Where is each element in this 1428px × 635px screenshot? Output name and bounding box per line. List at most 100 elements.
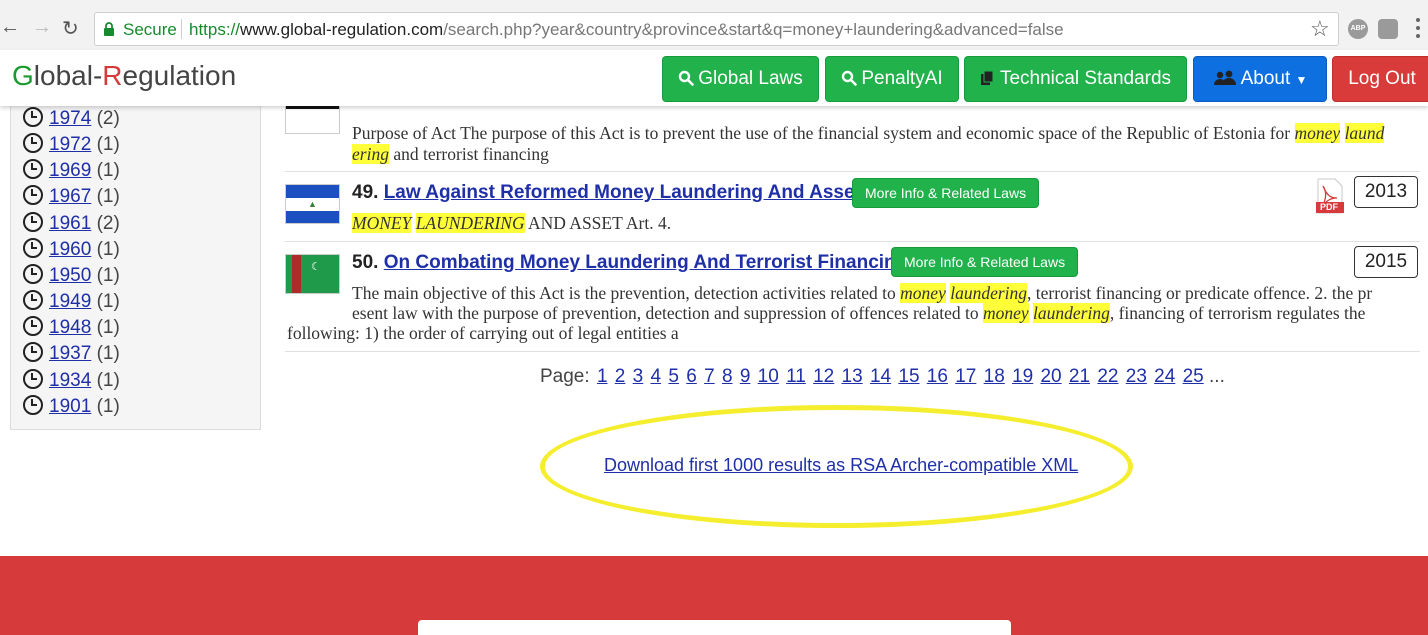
year-filter-item[interactable]: 1934 (1) <box>23 369 120 393</box>
pagination: Page: 1 2 3 4 5 6 7 8 9 10 11 12 13 14 1… <box>540 366 1225 388</box>
global-laws-label: Global Laws <box>698 68 803 89</box>
result-snippet: Purpose of Act The purpose of this Act i… <box>352 123 1422 164</box>
year-link[interactable]: 1960 <box>49 239 91 260</box>
technical-standards-label: Technical Standards <box>999 68 1172 89</box>
year-filter-item[interactable]: 1950 (1) <box>23 264 120 288</box>
page-link[interactable]: 11 <box>786 366 806 387</box>
year-filter-item[interactable]: 1949 (1) <box>23 290 120 314</box>
result-snippet: The main objective of this Act is the pr… <box>352 283 1372 304</box>
download-xml-link[interactable]: Download first 1000 results as RSA Arche… <box>604 455 1078 476</box>
page-link[interactable]: 3 <box>633 366 644 387</box>
page-link[interactable]: 21 <box>1069 366 1090 387</box>
year-link[interactable]: 1937 <box>49 343 91 364</box>
year-link[interactable]: 1969 <box>49 160 91 181</box>
year-filter-item[interactable]: 1901 (1) <box>23 395 120 419</box>
page-link[interactable]: 9 <box>740 366 751 387</box>
year-filter-item[interactable]: 1961 (2) <box>23 212 120 236</box>
adblock-extension-icon[interactable]: ABP <box>1348 19 1368 39</box>
year-count: (1) <box>96 134 120 155</box>
page-link[interactable]: 19 <box>1012 366 1033 387</box>
year-filter-item[interactable]: 1969 (1) <box>23 159 120 183</box>
page-link[interactable]: 25 <box>1183 366 1204 387</box>
about-dropdown-button[interactable]: About ▼ <box>1193 56 1327 102</box>
page-link[interactable]: 8 <box>722 366 733 387</box>
search-highlight: laund <box>1344 123 1385 143</box>
logo-letter-r: R <box>102 60 123 91</box>
page-link[interactable]: 7 <box>704 366 715 387</box>
more-info-button[interactable]: More Info & Related Laws <box>891 247 1079 277</box>
search-highlight: laundering <box>950 283 1028 303</box>
year-link[interactable]: 1934 <box>49 370 91 391</box>
year-link[interactable]: 1949 <box>49 291 91 312</box>
page-link[interactable]: 4 <box>651 366 662 387</box>
year-link[interactable]: 1950 <box>49 265 91 286</box>
year-filter-item[interactable]: 1948 (1) <box>23 316 120 340</box>
reload-icon[interactable]: ↻ <box>62 16 79 41</box>
clock-icon <box>23 212 43 232</box>
year-link[interactable]: 1948 <box>49 317 91 338</box>
page-link[interactable]: 2 <box>615 366 626 387</box>
year-count: (1) <box>96 160 120 181</box>
caret-down-icon: ▼ <box>1295 73 1308 87</box>
page-link[interactable]: 22 <box>1097 366 1118 387</box>
page-link[interactable]: 14 <box>870 366 891 387</box>
pdf-icon[interactable]: PDF <box>1314 178 1346 214</box>
more-info-button[interactable]: More Info & Related Laws <box>852 178 1040 208</box>
page-link[interactable]: 5 <box>668 366 679 387</box>
year-filter-item[interactable]: 1937 (1) <box>23 342 120 366</box>
year-filter-item[interactable]: 1974 (2) <box>23 107 120 131</box>
bookmark-star-icon[interactable]: ☆ <box>1310 16 1330 42</box>
page-link[interactable]: 17 <box>955 366 976 387</box>
year-count: (1) <box>96 370 120 391</box>
forward-arrow-icon[interactable]: → <box>32 16 52 39</box>
year-filter-item[interactable]: 1967 (1) <box>23 185 120 209</box>
year-filter-item[interactable]: 1972 (1) <box>23 133 120 157</box>
clock-icon <box>23 395 43 415</box>
clock-icon <box>23 264 43 284</box>
year-link[interactable]: 1901 <box>49 396 91 417</box>
year-link[interactable]: 1972 <box>49 134 91 155</box>
year-count: (2) <box>96 213 120 234</box>
year-filter-item[interactable]: 1960 (1) <box>23 238 120 262</box>
page-link[interactable]: 1 <box>597 366 608 387</box>
logo-text-part: lobal- <box>33 60 103 91</box>
page-link[interactable]: 24 <box>1154 366 1175 387</box>
year-count: (1) <box>96 317 120 338</box>
url-separator <box>181 19 182 39</box>
year-link[interactable]: 1961 <box>49 213 91 234</box>
snippet-text: esent law with the purpose of prevention… <box>352 303 983 323</box>
documents-icon <box>980 70 994 85</box>
back-arrow-icon[interactable]: ← <box>0 16 20 39</box>
page-link[interactable]: 16 <box>927 366 948 387</box>
page-link[interactable]: 23 <box>1126 366 1147 387</box>
result-title-link[interactable]: Law Against Reformed Money Laundering An… <box>384 182 866 203</box>
lock-icon <box>104 22 114 36</box>
year-link[interactable]: 1967 <box>49 186 91 207</box>
flag-el-salvador: ▲ <box>285 184 340 224</box>
address-bar[interactable]: Secure https://www.global-regulation.com… <box>94 12 1339 46</box>
result-title-link[interactable]: On Combating Money Laundering And Terror… <box>384 252 908 273</box>
penaltyai-button[interactable]: PenaltyAI <box>825 56 959 102</box>
global-laws-button[interactable]: Global Laws <box>662 56 819 102</box>
browser-menu-icon[interactable] <box>1416 18 1420 40</box>
page-link[interactable]: 10 <box>758 366 779 387</box>
clock-icon <box>23 133 43 153</box>
site-logo[interactable]: Global-Regulation <box>12 60 236 92</box>
page-link[interactable]: 20 <box>1040 366 1061 387</box>
page-link[interactable]: 6 <box>686 366 697 387</box>
page-link[interactable]: 18 <box>984 366 1005 387</box>
clock-icon <box>23 369 43 389</box>
result-title: 50. On Combating Money Laundering And Te… <box>352 252 907 274</box>
year-count: (2) <box>96 108 120 129</box>
logo-text-part: egulation <box>122 60 237 91</box>
page-link[interactable]: 15 <box>898 366 919 387</box>
extension-icon[interactable] <box>1378 19 1398 39</box>
year-filter-sidebar: 1974 (2) 1972 (1) 1969 (1) 1967 (1) 1961… <box>10 58 261 430</box>
year-count: (1) <box>96 265 120 286</box>
page-link[interactable]: 13 <box>842 366 863 387</box>
year-link[interactable]: 1974 <box>49 108 91 129</box>
page-link[interactable]: 12 <box>813 366 834 387</box>
url-text[interactable]: https://www.global-regulation.com/search… <box>189 20 1064 40</box>
logout-button[interactable]: Log Out <box>1332 56 1428 102</box>
technical-standards-button[interactable]: Technical Standards <box>964 56 1187 102</box>
